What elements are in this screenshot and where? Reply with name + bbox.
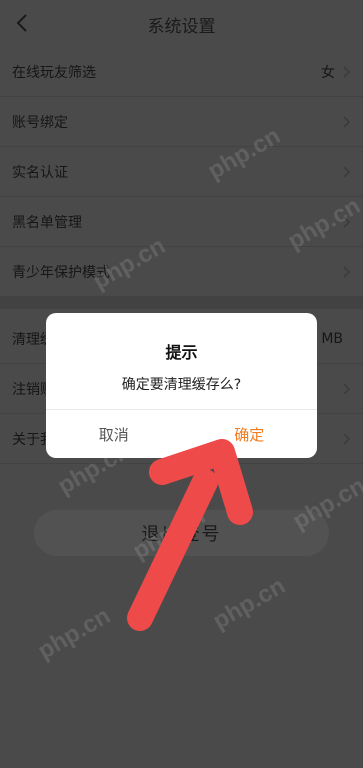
- settings-row-online-filter[interactable]: 在线玩友筛选 女: [0, 47, 363, 97]
- confirm-button[interactable]: 确定: [182, 410, 318, 458]
- row-label: 青少年保护模式: [12, 264, 110, 281]
- row-label: 黑名单管理: [12, 214, 82, 231]
- section-divider: [0, 297, 363, 309]
- dialog-message: 确定要清理缓存么?: [121, 377, 242, 393]
- settings-row-account-binding[interactable]: 账号绑定: [0, 97, 363, 147]
- settings-row-youth-mode[interactable]: 青少年保护模式: [0, 247, 363, 297]
- dialog-title: 提示: [165, 343, 198, 362]
- confirm-dialog: 提示 确定要清理缓存么? 取消 确定: [46, 313, 317, 458]
- chevron-right-icon: [343, 165, 351, 178]
- watermark: php.cn: [33, 602, 115, 665]
- settings-row-real-name[interactable]: 实名认证: [0, 147, 363, 197]
- cache-size-value: MB: [321, 330, 343, 347]
- chevron-right-icon: [343, 115, 351, 128]
- header: 系统设置: [0, 0, 363, 48]
- chevron-right-icon: [343, 265, 351, 278]
- chevron-right-icon: [343, 382, 351, 395]
- chevron-right-icon: [343, 432, 351, 445]
- settings-row-blacklist[interactable]: 黑名单管理: [0, 197, 363, 247]
- back-button[interactable]: [10, 10, 34, 36]
- row-label: 在线玩友筛选: [12, 64, 96, 81]
- chevron-left-icon: [16, 14, 27, 32]
- row-label: 账号绑定: [12, 114, 68, 131]
- logout-button[interactable]: 退出登号: [34, 510, 329, 556]
- page-title: 系统设置: [147, 16, 216, 37]
- logout-label: 退出登号: [141, 524, 222, 545]
- cancel-button[interactable]: 取消: [46, 410, 182, 458]
- row-label: 实名认证: [12, 164, 68, 181]
- row-value: 女: [321, 64, 335, 81]
- chevron-right-icon: [343, 215, 351, 228]
- chevron-right-icon: [343, 65, 351, 78]
- watermark: php.cn: [208, 572, 290, 635]
